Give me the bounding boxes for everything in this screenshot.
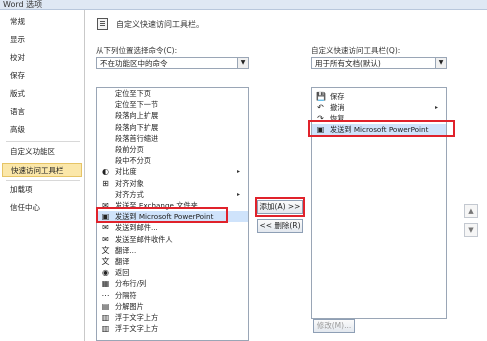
customize-toolbar-value: 用于所有文档(默认) (315, 59, 381, 68)
list-item[interactable]: ▤ 分解图片 (97, 301, 248, 312)
sidebar-item-layout[interactable]: 版式 (2, 87, 82, 101)
move-down-button[interactable]: ▼ (464, 223, 478, 237)
list-item[interactable]: ✉ 发送到邮件... (97, 222, 248, 233)
list-item[interactable]: ⊞ 对齐对象 (97, 178, 248, 189)
submenu-arrow-icon: ▸ (236, 190, 240, 198)
sidebar-item-proofing[interactable]: 校对 (2, 51, 82, 65)
list-item[interactable]: 定位至下页 (97, 88, 248, 99)
translate-icon: 文 (101, 257, 110, 266)
title-bar: Word 选项 (0, 0, 487, 10)
list-item[interactable]: 💾 保存 (312, 91, 446, 102)
sidebar-item-trust-center[interactable]: 信任中心 (2, 201, 82, 215)
list-item[interactable]: 段落首行缩进 (97, 133, 248, 144)
main-panel: 自定义快速访问工具栏。 从下列位置选择命令(C): 不在功能区中的命令 ▼ 自定… (85, 10, 487, 341)
highlight-add-button (255, 197, 305, 217)
window-title: Word 选项 (3, 0, 43, 9)
remove-button[interactable]: << 删除(R) (257, 219, 303, 233)
sidebar-divider (6, 180, 80, 181)
sidebar-item-display[interactable]: 显示 (2, 33, 82, 47)
modify-button[interactable]: 修改(M)... (313, 319, 355, 333)
sidebar: 常规 显示 校对 保存 版式 语言 高级 自定义功能区 快速访问工具栏 加载项 … (0, 10, 85, 341)
list-item[interactable]: 文翻译 (97, 256, 248, 267)
list-item[interactable]: ↶ 撤消 ▸ (312, 102, 446, 113)
choose-from-select[interactable]: 不在功能区中的命令 ▼ (96, 57, 249, 69)
list-item[interactable]: 段落向下扩展 (97, 122, 248, 133)
mail-icon: ✉ (102, 223, 109, 233)
toolbar-icon (97, 18, 108, 30)
sidebar-item-customize-ribbon[interactable]: 自定义功能区 (2, 145, 82, 159)
list-item[interactable]: ◐ 对比度 ▸ (97, 166, 248, 177)
ungroup-picture-icon: ▤ (101, 301, 110, 311)
list-item[interactable]: ⋯ 分隔符 (97, 290, 248, 301)
list-item[interactable]: 对齐方式 ▸ (97, 189, 248, 200)
back-icon: ◉ (102, 268, 109, 278)
list-item[interactable]: 文翻译... (97, 245, 248, 256)
wrap-icon: ▥ (101, 324, 110, 334)
list-item[interactable]: ▥ 浮于文字上方 (97, 323, 248, 334)
sidebar-item-language[interactable]: 语言 (2, 105, 82, 119)
move-up-button[interactable]: ▲ (464, 204, 478, 218)
list-item[interactable]: ✉ 发送至邮件收件人 (97, 234, 248, 245)
chevron-down-icon[interactable]: ▼ (435, 58, 446, 68)
list-item[interactable]: 段前分页 (97, 144, 248, 155)
align-object-icon: ⊞ (102, 178, 109, 188)
page-title: 自定义快速访问工具栏。 (116, 20, 204, 29)
blank-icon (101, 89, 110, 98)
list-item[interactable]: 段落向上扩展 (97, 110, 248, 121)
choose-from-value: 不在功能区中的命令 (100, 59, 168, 68)
blank-icon (101, 156, 110, 165)
wrap-icon: ▥ (101, 313, 110, 322)
separator-icon: ⋯ (101, 290, 110, 300)
submenu-arrow-icon: ▸ (236, 168, 240, 176)
blank-icon (101, 123, 110, 132)
contrast-icon: ◐ (102, 167, 109, 177)
save-icon: 💾 (316, 92, 326, 101)
customize-toolbar-select[interactable]: 用于所有文档(默认) ▼ (311, 57, 447, 69)
chevron-down-icon[interactable]: ▼ (237, 58, 248, 68)
blank-icon (101, 100, 110, 109)
list-item[interactable]: 定位至下一节 (97, 99, 248, 110)
list-item[interactable]: ▦ 分布行/列 (97, 278, 248, 289)
list-item[interactable]: 段中不分页 (97, 155, 248, 166)
list-item[interactable]: ◉ 返回 (97, 267, 248, 278)
blank-icon (101, 145, 110, 154)
sidebar-item-general[interactable]: 常规 (2, 15, 82, 29)
sidebar-item-advanced[interactable]: 高级 (2, 123, 82, 137)
blank-icon (101, 190, 110, 199)
customize-toolbar-label: 自定义快速访问工具栏(Q): (311, 46, 401, 55)
undo-icon: ↶ (317, 103, 324, 112)
sidebar-item-save[interactable]: 保存 (2, 69, 82, 83)
sidebar-item-addins[interactable]: 加载项 (2, 183, 82, 197)
highlight-left-item (96, 207, 228, 223)
highlight-right-item (308, 120, 455, 137)
sidebar-item-quick-access[interactable]: 快速访问工具栏 (2, 163, 82, 177)
list-item[interactable]: ▥ 浮于文字上方 (97, 312, 248, 323)
sidebar-divider (6, 141, 80, 142)
blank-icon (101, 111, 110, 120)
blank-icon (101, 134, 110, 143)
distribute-icon: ▦ (101, 279, 110, 289)
submenu-arrow-icon: ▸ (434, 104, 438, 111)
choose-from-label: 从下列位置选择命令(C): (96, 46, 178, 55)
mail-icon: ✉ (102, 234, 109, 244)
translate-icon: 文 (101, 245, 110, 255)
